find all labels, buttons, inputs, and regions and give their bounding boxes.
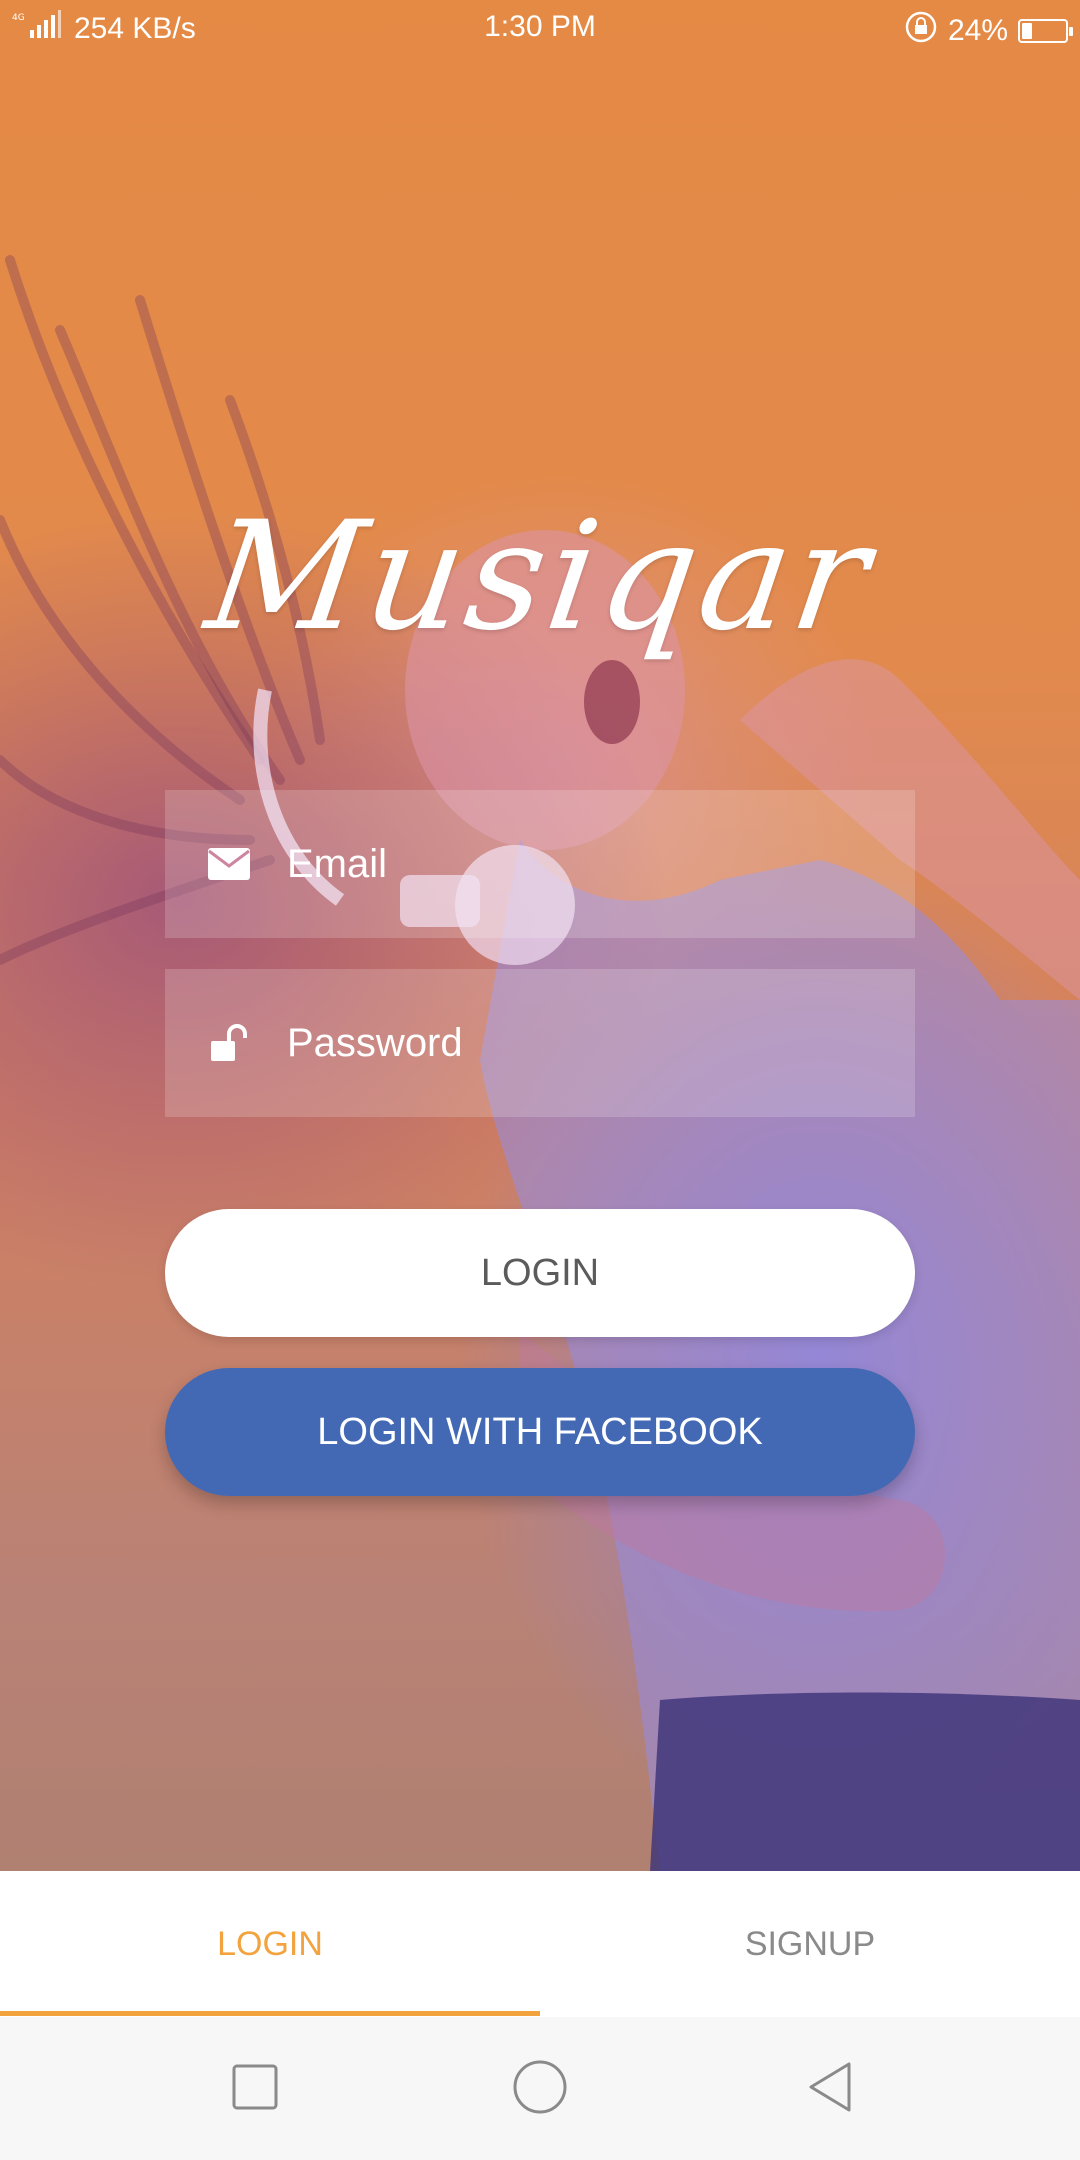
battery-percent: 24% [947, 14, 1008, 47]
unlock-icon [207, 1023, 251, 1063]
battery-fill [1022, 23, 1032, 39]
home-circle-icon[interactable] [505, 2052, 575, 2122]
status-bar: 4G 254 KB/s 1:30 PM 24% [0, 0, 1080, 56]
active-tab-indicator [0, 2011, 540, 2016]
email-placeholder: Email [287, 841, 388, 886]
app-logo: Musiqar [197, 490, 883, 664]
password-placeholder: Password [287, 1020, 463, 1065]
envelope-icon [207, 844, 251, 884]
tab-login[interactable]: LOGIN [0, 1871, 540, 2017]
system-nav-bar [0, 2017, 1080, 2160]
recents-square-icon[interactable] [220, 2052, 290, 2122]
back-triangle-icon[interactable] [795, 2052, 865, 2122]
facebook-login-button[interactable]: LOGIN WITH FACEBOOK [165, 1368, 915, 1496]
battery-icon [1018, 19, 1073, 43]
rotation-lock-icon [904, 10, 938, 52]
tab-signup[interactable]: SIGNUP [540, 1871, 1080, 2017]
password-field[interactable]: Password [165, 969, 915, 1117]
email-field[interactable]: Email [165, 790, 915, 938]
status-right: 24% [904, 10, 1073, 52]
login-button[interactable]: LOGIN [165, 1209, 915, 1337]
auth-tabs: LOGIN SIGNUP [0, 1871, 1080, 2017]
